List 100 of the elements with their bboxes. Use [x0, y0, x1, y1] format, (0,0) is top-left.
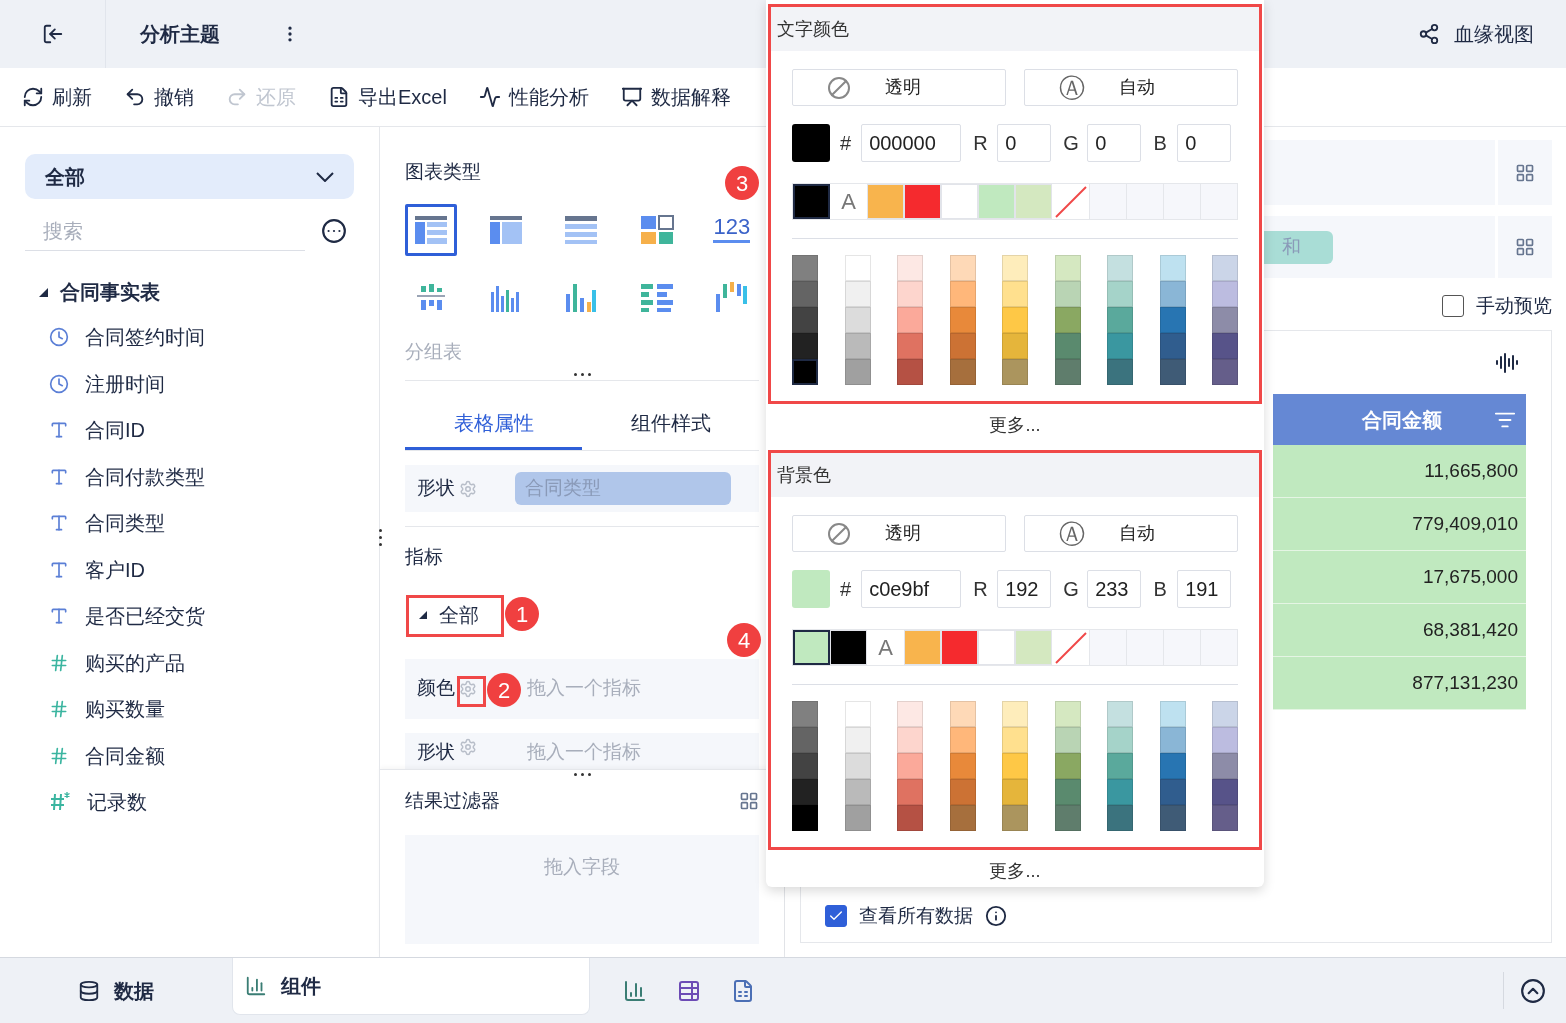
- table-cell: 17,675,000: [1273, 551, 1526, 604]
- chart-type-button[interactable]: 123: [705, 203, 758, 256]
- resize-handle[interactable]: [379, 529, 382, 546]
- resize-handle[interactable]: [573, 772, 591, 776]
- recent-swatch[interactable]: [1015, 184, 1052, 219]
- field-item[interactable]: 合同类型: [25, 500, 354, 547]
- more-options-icon[interactable]: [321, 218, 347, 244]
- channel-input[interactable]: 0: [1177, 124, 1232, 162]
- checkbox[interactable]: [1442, 295, 1464, 317]
- toolbar-button[interactable]: 导出Excel: [328, 82, 447, 112]
- lineage-icon: [1418, 23, 1440, 45]
- scope-dropdown[interactable]: 全部: [25, 154, 354, 199]
- tree-node[interactable]: 合同事实表: [25, 270, 354, 314]
- channel-input[interactable]: 0: [1087, 124, 1142, 162]
- field-item[interactable]: 客户ID: [25, 546, 354, 593]
- collapse-icon[interactable]: [1520, 977, 1546, 1004]
- field-item[interactable]: 合同ID: [25, 407, 354, 454]
- recent-swatch[interactable]: [941, 630, 978, 665]
- pulse-icon: [478, 86, 501, 108]
- settings-icon[interactable]: [459, 737, 477, 756]
- field-item[interactable]: 合同签约时间: [25, 314, 354, 361]
- field-item[interactable]: 购买的产品: [25, 639, 354, 686]
- channel-input[interactable]: 192: [997, 570, 1052, 608]
- drop-slot[interactable]: 形状 拖入一个指标: [405, 732, 759, 769]
- recent-swatch[interactable]: [904, 630, 941, 665]
- hash-icon: [49, 652, 69, 673]
- bar-chart-icon: [245, 975, 267, 997]
- resize-handle[interactable]: [573, 373, 591, 376]
- drop-hint: 拖入一个指标: [527, 739, 641, 764]
- checkbox-label: 查看所有数据: [859, 903, 973, 928]
- clock-icon: [49, 327, 69, 348]
- panel-tab[interactable]: 组件样式: [582, 398, 759, 450]
- chart-toggle-icon[interactable]: [1495, 351, 1519, 375]
- bottom-tab[interactable]: 组件: [232, 958, 590, 1015]
- exit-icon[interactable]: [41, 23, 64, 45]
- auto-button[interactable]: Ⓐ 自动: [1024, 515, 1238, 552]
- hex-input[interactable]: 000000: [861, 124, 962, 162]
- row-label: 颜色: [417, 676, 455, 701]
- toolbar-button[interactable]: 数据解释: [620, 82, 731, 112]
- transparent-button[interactable]: 透明: [792, 69, 1006, 106]
- settings-icon[interactable]: [459, 679, 477, 698]
- table-cell: 877,131,230: [1273, 657, 1526, 710]
- toolbar-button[interactable]: 撤销: [124, 82, 194, 112]
- settings-icon[interactable]: [459, 479, 477, 498]
- channel-input[interactable]: 191: [1177, 570, 1232, 608]
- recent-swatch[interactable]: [941, 184, 978, 219]
- channel-label: G: [1063, 577, 1078, 602]
- no-color-swatch[interactable]: [1052, 630, 1089, 665]
- recent-swatch[interactable]: [830, 630, 867, 665]
- expand-triangle-icon[interactable]: [419, 610, 427, 619]
- auto-button[interactable]: Ⓐ 自动: [1024, 69, 1238, 106]
- expand-triangle-icon[interactable]: [39, 287, 48, 297]
- toolbar-button[interactable]: 性能分析: [478, 82, 589, 112]
- recent-swatch[interactable]: [978, 184, 1015, 219]
- undo-icon: [124, 86, 146, 108]
- checkbox-label: 手动预览: [1476, 293, 1552, 318]
- more-colors-link[interactable]: 更多...: [989, 411, 1041, 439]
- step-badge: 1: [505, 597, 539, 631]
- info-icon[interactable]: [985, 904, 1007, 927]
- lineage-view-button[interactable]: 血缘视图: [1418, 19, 1534, 49]
- table-cell: 779,409,010: [1273, 498, 1526, 551]
- chart-type-button[interactable]: [405, 203, 457, 256]
- text-type-icon: [49, 606, 69, 627]
- hex-input[interactable]: c0e9bf: [861, 570, 962, 608]
- recent-swatch[interactable]: [867, 184, 904, 219]
- panel-tab[interactable]: 表格属性: [405, 398, 582, 450]
- row-label: 形状: [417, 476, 455, 501]
- checkbox[interactable]: [825, 904, 847, 927]
- search-input[interactable]: 搜索: [43, 215, 308, 246]
- field-item[interactable]: 购买数量: [25, 686, 354, 733]
- palette-swatch[interactable]: [792, 359, 818, 385]
- channel-input[interactable]: 0: [997, 124, 1052, 162]
- channel-label: G: [1063, 131, 1078, 156]
- field-item[interactable]: 是否已经交货: [25, 593, 354, 640]
- field-item[interactable]: 合同金额: [25, 732, 354, 779]
- more-colors-link[interactable]: 更多...: [989, 857, 1041, 885]
- bottom-tab[interactable]: 数据: [0, 958, 232, 1023]
- recent-swatch[interactable]: [793, 184, 830, 219]
- window-title: 分析主题: [140, 22, 220, 47]
- recent-swatch[interactable]: [904, 184, 941, 219]
- table-cell: 68,381,420: [1273, 604, 1526, 657]
- no-color-swatch[interactable]: [1052, 184, 1089, 219]
- hash-icon: [49, 745, 69, 766]
- transparent-button[interactable]: 透明: [792, 515, 1006, 552]
- recent-swatch[interactable]: [793, 630, 830, 665]
- recent-swatch[interactable]: [978, 630, 1015, 665]
- step-badge: 3: [725, 166, 759, 200]
- field-item[interactable]: 记录数: [25, 779, 354, 826]
- field-item[interactable]: 注册时间: [25, 360, 354, 407]
- measure-group[interactable]: 全部: [405, 593, 493, 636]
- toolbar-button[interactable]: 刷新: [22, 82, 92, 112]
- table-cell: 11,665,800: [1273, 445, 1526, 498]
- chevron-down-icon: [316, 171, 334, 182]
- step-badge: 4: [727, 623, 761, 657]
- field-item[interactable]: 合同付款类型: [25, 453, 354, 500]
- section-title: 图表类型: [405, 160, 481, 184]
- channel-input[interactable]: 233: [1087, 570, 1142, 608]
- chart-type-name: 分组表: [405, 339, 462, 364]
- recent-swatch[interactable]: [1015, 630, 1052, 665]
- no-color-icon: [827, 521, 851, 546]
